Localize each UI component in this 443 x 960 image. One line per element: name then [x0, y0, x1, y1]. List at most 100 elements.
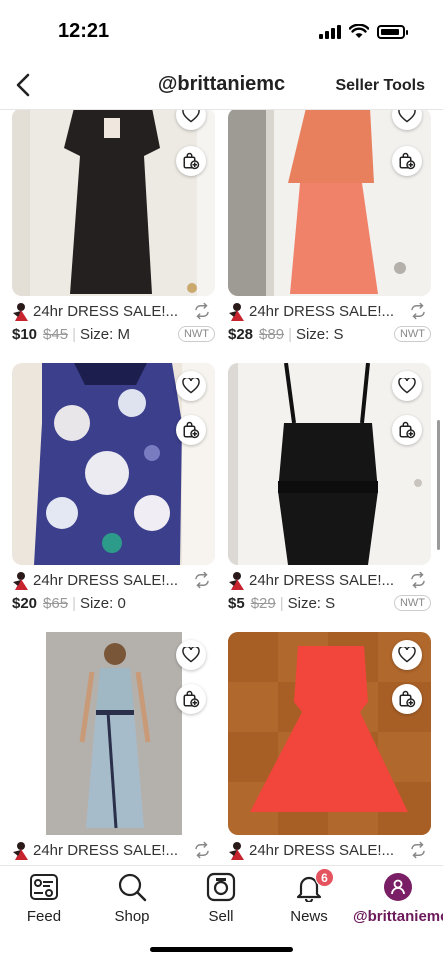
listing-title: 24hr DRESS SALE!...: [33, 841, 179, 859]
listing-price: $20: [12, 594, 38, 612]
listing-price-row: $20 $65 | Size: 0: [12, 592, 215, 614]
listing-title-row: 24hr DRESS SALE!...: [12, 569, 215, 591]
heart-icon: [182, 378, 200, 394]
tab-sell[interactable]: Sell: [177, 872, 265, 932]
repost-icon[interactable]: [193, 841, 211, 859]
user-icon: [391, 879, 405, 895]
listing-photo[interactable]: [12, 110, 215, 296]
listing-title: 24hr DRESS SALE!...: [249, 302, 395, 320]
listing-original-price: $65: [43, 594, 69, 612]
tab-news-label: News: [290, 908, 328, 925]
news-count-badge: 6: [315, 868, 334, 887]
listing-title: 24hr DRESS SALE!...: [249, 571, 395, 589]
price-divider: |: [72, 594, 76, 612]
bag-plus-icon: [399, 421, 416, 439]
listings-grid[interactable]: 24hr DRESS SALE!... $10 $45 | Size: M NW…: [0, 110, 443, 865]
repost-icon[interactable]: [409, 571, 427, 589]
bag-plus-icon: [183, 152, 200, 170]
listing-price-row: $5 $29 | Size: S NWT: [228, 592, 431, 614]
listing-price: $5: [228, 594, 245, 612]
listing-original-price: $89: [259, 325, 285, 343]
add-to-bundle-button[interactable]: [392, 146, 422, 176]
listing-price-row: $28 $89 | Size: S NWT: [228, 323, 431, 345]
add-to-bundle-button[interactable]: [176, 146, 206, 176]
listing-title: 24hr DRESS SALE!...: [249, 841, 395, 859]
status-time: 12:21: [58, 20, 110, 42]
heart-icon: [182, 110, 200, 123]
listing-size: Size: S: [295, 325, 344, 343]
bag-plus-icon: [183, 690, 200, 708]
listing-title: 24hr DRESS SALE!...: [33, 571, 179, 589]
listing-photo[interactable]: [228, 110, 431, 296]
listing-title-row: 24hr DRESS SALE!...: [228, 300, 431, 322]
seller-avatar-icon: [13, 572, 28, 590]
listing-price: $10: [12, 325, 38, 343]
search-icon: [117, 872, 147, 902]
seller-avatar-icon: [13, 303, 28, 321]
seller-tools-button[interactable]: Seller Tools: [335, 77, 425, 95]
add-to-bundle-button[interactable]: [176, 684, 206, 714]
bag-plus-icon: [399, 152, 416, 170]
add-to-bundle-button[interactable]: [392, 684, 422, 714]
price-divider: |: [288, 325, 292, 343]
tab-bar: Feed Shop Sell 6 News @brittaniemc: [0, 865, 443, 960]
listing-title-row: 24hr DRESS SALE!...: [12, 839, 215, 861]
nwt-badge: NWT: [393, 326, 431, 342]
add-to-bundle-button[interactable]: [176, 415, 206, 445]
repost-icon[interactable]: [409, 841, 427, 859]
tab-feed[interactable]: Feed: [0, 872, 88, 932]
listing-original-price: $29: [250, 594, 276, 612]
add-to-bundle-button[interactable]: [392, 415, 422, 445]
nav-header: @brittaniemc Seller Tools: [0, 62, 443, 110]
like-button[interactable]: [176, 371, 206, 401]
seller-avatar-icon: [13, 842, 28, 860]
tab-sell-label: Sell: [208, 908, 234, 925]
status-bar: 12:21: [0, 0, 443, 62]
bag-plus-icon: [399, 690, 416, 708]
black-dress-photo: [12, 110, 215, 296]
repost-icon[interactable]: [193, 302, 211, 320]
listing-title: 24hr DRESS SALE!...: [33, 302, 179, 320]
heart-icon: [398, 378, 416, 394]
seller-avatar-icon: [229, 303, 244, 321]
price-divider: |: [279, 594, 284, 612]
bag-plus-icon: [183, 421, 200, 439]
bell-icon: 6: [294, 868, 334, 902]
like-button[interactable]: [392, 640, 422, 670]
listing-size: Size: 0: [79, 594, 126, 612]
repost-icon[interactable]: [193, 571, 211, 589]
camera-icon: [206, 872, 236, 902]
nwt-badge: NWT: [177, 326, 215, 342]
wifi-icon: [349, 24, 369, 38]
listing-title-row: 24hr DRESS SALE!...: [12, 300, 215, 322]
seller-avatar-icon: [229, 572, 244, 590]
profile-avatar: [383, 872, 413, 902]
status-icons: [319, 24, 408, 39]
tab-feed-label: Feed: [26, 908, 62, 925]
listing-title-row: 24hr DRESS SALE!...: [228, 839, 431, 861]
listing-size: Size: M: [79, 325, 130, 343]
tab-profile-label: @brittaniemc: [353, 908, 443, 925]
feed-icon: [29, 872, 59, 902]
like-button[interactable]: [392, 371, 422, 401]
tab-shop[interactable]: Shop: [88, 872, 176, 932]
listing-title-row: 24hr DRESS SALE!...: [228, 569, 431, 591]
heart-icon: [182, 647, 200, 663]
seller-avatar-icon: [229, 842, 244, 860]
heart-icon: [398, 647, 416, 663]
like-button[interactable]: [176, 640, 206, 670]
coral-dress-photo: [228, 110, 431, 296]
home-indicator: [150, 947, 293, 952]
tab-news[interactable]: 6 News: [265, 868, 353, 932]
cellular-signal-icon: [319, 24, 341, 39]
tab-shop-label: Shop: [114, 908, 150, 925]
listing-original-price: $45: [43, 325, 69, 343]
heart-icon: [398, 110, 416, 123]
scrollbar[interactable]: [437, 420, 440, 550]
nwt-badge: NWT: [393, 595, 431, 611]
price-divider: |: [72, 325, 76, 343]
tab-profile[interactable]: @brittaniemc: [353, 872, 443, 932]
listing-size: Size: S: [287, 594, 336, 612]
repost-icon[interactable]: [409, 302, 427, 320]
listing-price: $28: [228, 325, 254, 343]
